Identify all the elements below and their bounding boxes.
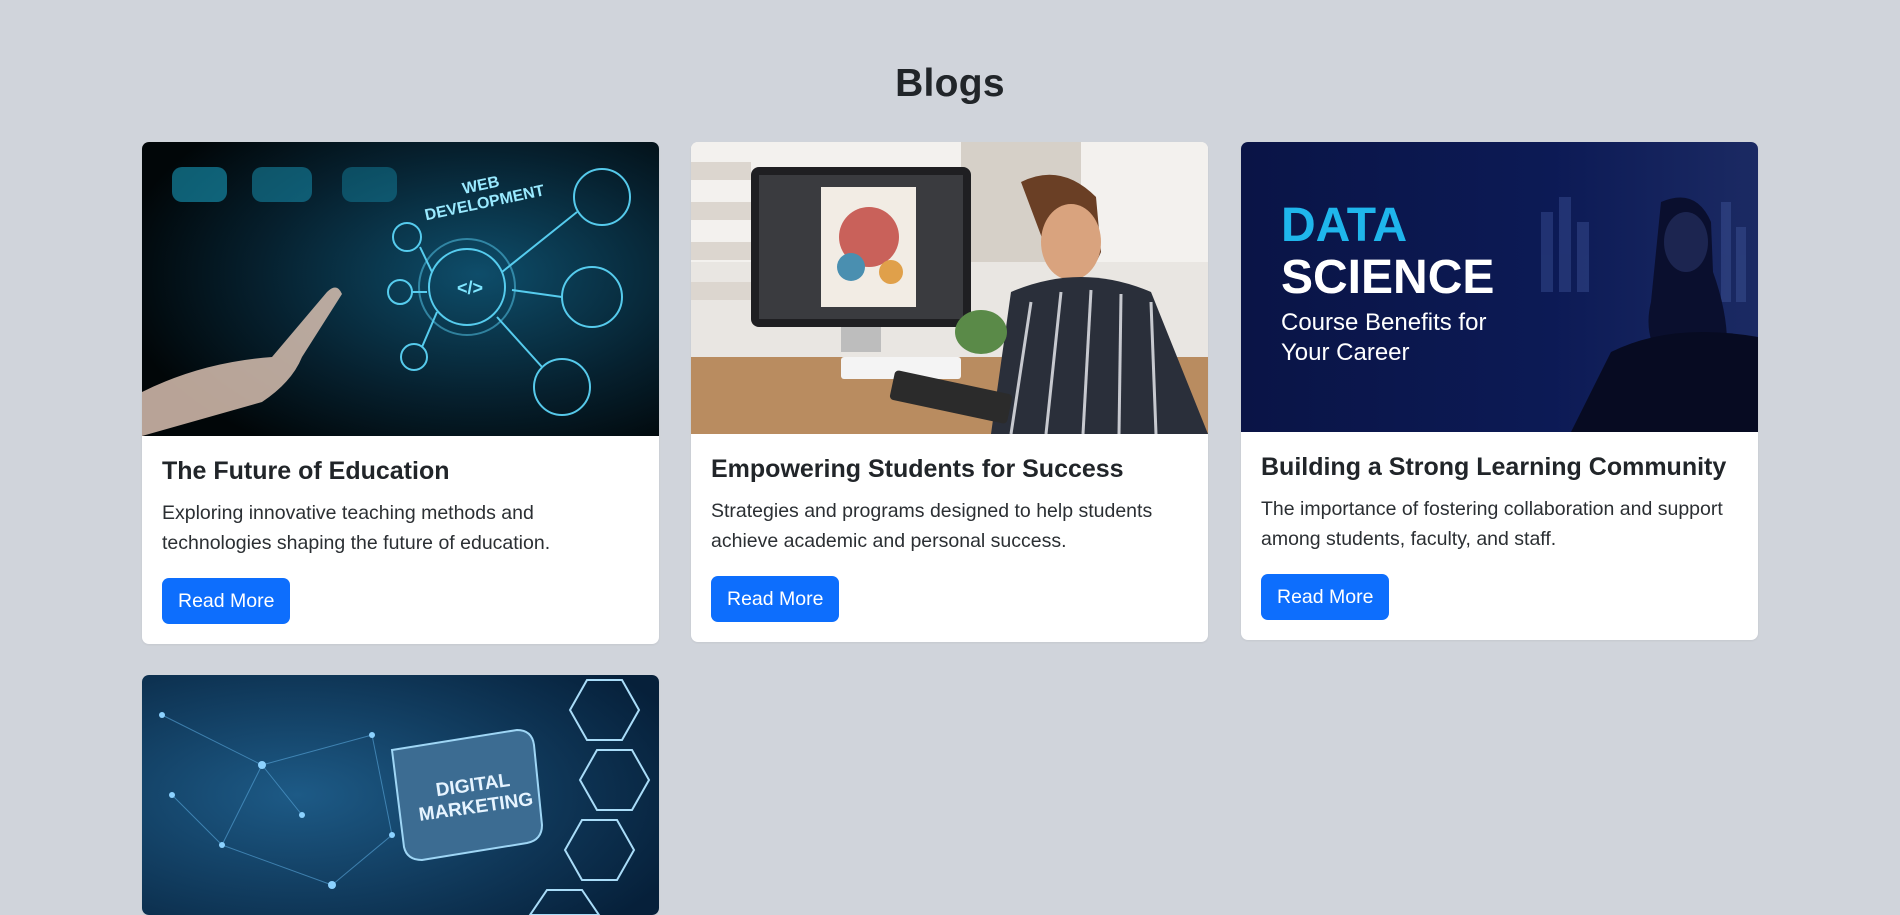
card-title: The Future of Education	[162, 457, 450, 485]
blog-card: Empowering Students for Success Strategi…	[691, 142, 1208, 642]
read-more-button[interactable]: Read More	[1261, 574, 1390, 620]
read-more-button[interactable]: Read More	[162, 578, 291, 624]
blog-card: DATA SCIENCE Course Benefits for Your Ca…	[1241, 142, 1758, 640]
blog-card: </> WEB DEVELOPMENT The Future of Educat…	[142, 142, 659, 644]
card-title: Building a Strong Learning Community	[1261, 453, 1727, 481]
card-title: Empowering Students for Success	[711, 455, 1124, 483]
data-science-image: DATA SCIENCE Course Benefits for Your Ca…	[1241, 142, 1758, 432]
svg-text:</>: </>	[457, 278, 483, 298]
label-line: Course Benefits for	[1281, 309, 1487, 336]
read-more-button[interactable]: Read More	[711, 576, 840, 622]
data-science-label: DATA SCIENCE Course Benefits for Your Ca…	[1281, 200, 1494, 368]
web-development-image: </> WEB DEVELOPMENT	[142, 142, 659, 436]
digital-marketing-image: DIGITAL MARKETING	[142, 675, 659, 915]
label-line: DATA	[1281, 199, 1408, 252]
card-text: The importance of fostering collaboratio…	[1261, 498, 1723, 550]
designer-at-desk-image	[691, 142, 1208, 434]
page-title: Blogs	[895, 62, 1005, 105]
label-line: Your Career	[1281, 339, 1410, 366]
card-text: Exploring innovative teaching methods an…	[162, 502, 551, 554]
blog-card: DIGITAL MARKETING	[142, 675, 659, 915]
card-text: Strategies and programs designed to help…	[711, 500, 1153, 552]
label-line: SCIENCE	[1281, 251, 1495, 304]
